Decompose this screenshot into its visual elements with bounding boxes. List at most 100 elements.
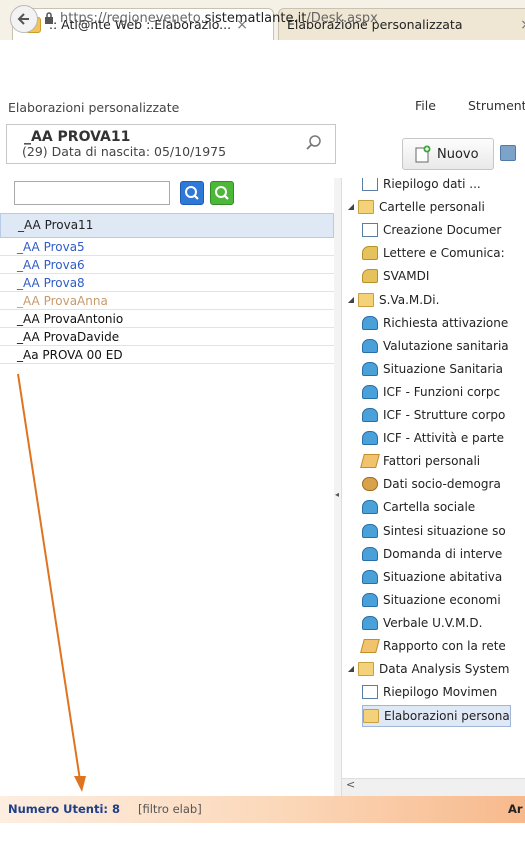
tree-item[interactable]: Sintesi situazione so [362,521,506,541]
search-icon [185,186,199,200]
tree-item-label: ICF - Strutture corpo [383,408,506,422]
tree-item[interactable]: Domanda di interve [362,544,502,564]
back-button[interactable] [10,5,38,33]
edit-icon [360,639,380,653]
share-icon [362,269,378,284]
person-icon [362,546,378,561]
tree-item-label: Richiesta attivazione [383,315,509,330]
tree-item[interactable]: Lettere e Comunica: [362,243,505,263]
tree-item[interactable]: SVAMDI [362,266,429,286]
tree-item-label: Valutazione sanitaria [383,338,509,353]
list-item[interactable]: _AA Prova5 [0,238,334,256]
tree-item[interactable]: Verbale U.V.M.D. [362,613,482,633]
tree-item[interactable]: Riepilogo Movimen [362,682,497,702]
tree-item[interactable]: Situazione Sanitaria [362,359,503,379]
doc-icon [362,178,378,191]
tree-item[interactable]: Riepilogo dati ... [362,178,481,194]
tree-item-label: Data Analysis System [379,662,510,677]
url-path: /Desk.aspx [306,11,378,26]
list-item[interactable]: _Aa PROVA 00 ED [0,346,334,364]
tree-item[interactable]: Situazione economi [362,590,501,610]
tree-item[interactable]: Rapporto con la rete [360,636,506,656]
person-icon [362,408,378,422]
tree-item-label: Elaborazioni persona [384,709,510,724]
url-prefix: https://regioneveneto. [60,11,205,26]
search-icon [215,186,229,200]
list-item[interactable]: _AA ProvaDavide [0,328,334,346]
filter-label: [filtro elab] [138,802,202,816]
tree-item[interactable]: Valutazione sanitaria [362,336,509,356]
search-button[interactable] [180,181,204,205]
patient-list: _AA Prova11 _AA Prova5 _AA Prova6 _AA Pr… [0,213,334,364]
list-item[interactable]: _AA Prova11 [0,213,334,238]
expand-toggle-icon[interactable]: ◢ [344,290,358,310]
edit-icon [360,454,380,469]
lock-icon [45,12,53,24]
menu-file[interactable]: File [415,98,436,113]
person-icon [362,615,378,630]
list-item[interactable]: _AA Prova8 [0,274,334,292]
tree-item-label: Cartella sociale [383,500,476,515]
new-document-icon [415,145,431,163]
doc-icon [362,685,378,700]
expand-toggle-icon[interactable]: ◢ [344,659,358,679]
patient-details: (29) Data di nascita: 05/10/1975 [22,144,227,159]
expand-toggle-icon[interactable]: ◢ [344,197,358,217]
tree-item[interactable]: Fattori personali [360,451,480,471]
folder-icon [363,709,379,724]
tree-item[interactable]: Situazione abitativa [362,567,502,587]
person-icon [362,338,378,353]
address-bar [0,40,525,79]
panel-title: Elaborazioni personalizzate [8,100,180,115]
tree-item-label: Cartelle personali [379,200,485,215]
tree-item-label: Lettere e Comunica: [383,246,505,261]
tree-item-label: Dati socio-demogra [383,477,501,492]
horizontal-scrollbar[interactable] [342,778,525,797]
share-icon [362,246,378,261]
tree-item[interactable]: ICF - Strutture corpo [362,405,505,425]
folder-icon [358,662,374,677]
collapse-arrow-icon[interactable]: ◂ [335,490,339,499]
tree-item[interactable]: Cartella sociale [362,497,475,517]
tree-item-label: Verbale U.V.M.D. [383,615,483,630]
tree-item[interactable]: Creazione Documer [362,220,501,240]
group-icon [362,477,378,492]
tree-item[interactable]: ICF - Attività e parte [362,428,504,448]
tree-item[interactable]: Dati socio-demogra [362,474,501,494]
tree-item[interactable]: Richiesta attivazione [362,313,508,333]
tree-item-label: Situazione abitativa [383,569,503,584]
tree-item-label: SVAMDI [383,269,430,284]
folder-icon [358,292,374,307]
list-item[interactable]: _AA ProvaAnna [0,292,334,310]
list-item[interactable]: _AA ProvaAntonio [0,310,334,328]
person-icon [362,569,378,584]
tree-item-label: Situazione Sanitaria [383,361,503,376]
close-icon[interactable]: × [515,17,525,33]
new-button[interactable]: Nuovo [402,138,494,170]
tree-folder-node[interactable]: ◢ Cartelle personali [344,197,485,217]
tree-item-label: Rapporto con la rete [383,639,506,653]
search-icon[interactable] [305,134,323,152]
url-field[interactable]: https://regioneveneto.sistematlante.it/D… [60,11,378,26]
scroll-left-icon[interactable]: < [346,778,355,791]
person-icon [362,361,378,376]
tree-item-label: Situazione economi [383,592,501,607]
tree-item-label: Riepilogo Movimen [383,685,498,700]
tree-item-label: Sintesi situazione so [383,523,506,538]
tree-folder-node[interactable]: ◢ Data Analysis System [344,659,509,679]
tree-item[interactable]: ICF - Funzioni corpc [362,382,500,402]
person-icon [362,315,378,330]
menu-strumenti[interactable]: Strument [468,98,525,113]
person-icon [362,431,378,446]
tree-item[interactable]: Elaborazioni persona [362,705,511,728]
panel-splitter[interactable] [334,178,342,796]
doc-icon [362,223,378,238]
save-icon[interactable] [500,145,516,161]
tree-item-label: S.Va.M.Di. [379,292,440,307]
advanced-search-button[interactable] [210,181,234,205]
list-item[interactable]: _AA Prova6 [0,256,334,274]
person-icon [362,523,378,538]
tree-folder-node[interactable]: ◢ S.Va.M.Di. [344,290,439,310]
user-count: Numero Utenti: 8 [8,802,121,816]
search-input[interactable] [14,181,170,205]
